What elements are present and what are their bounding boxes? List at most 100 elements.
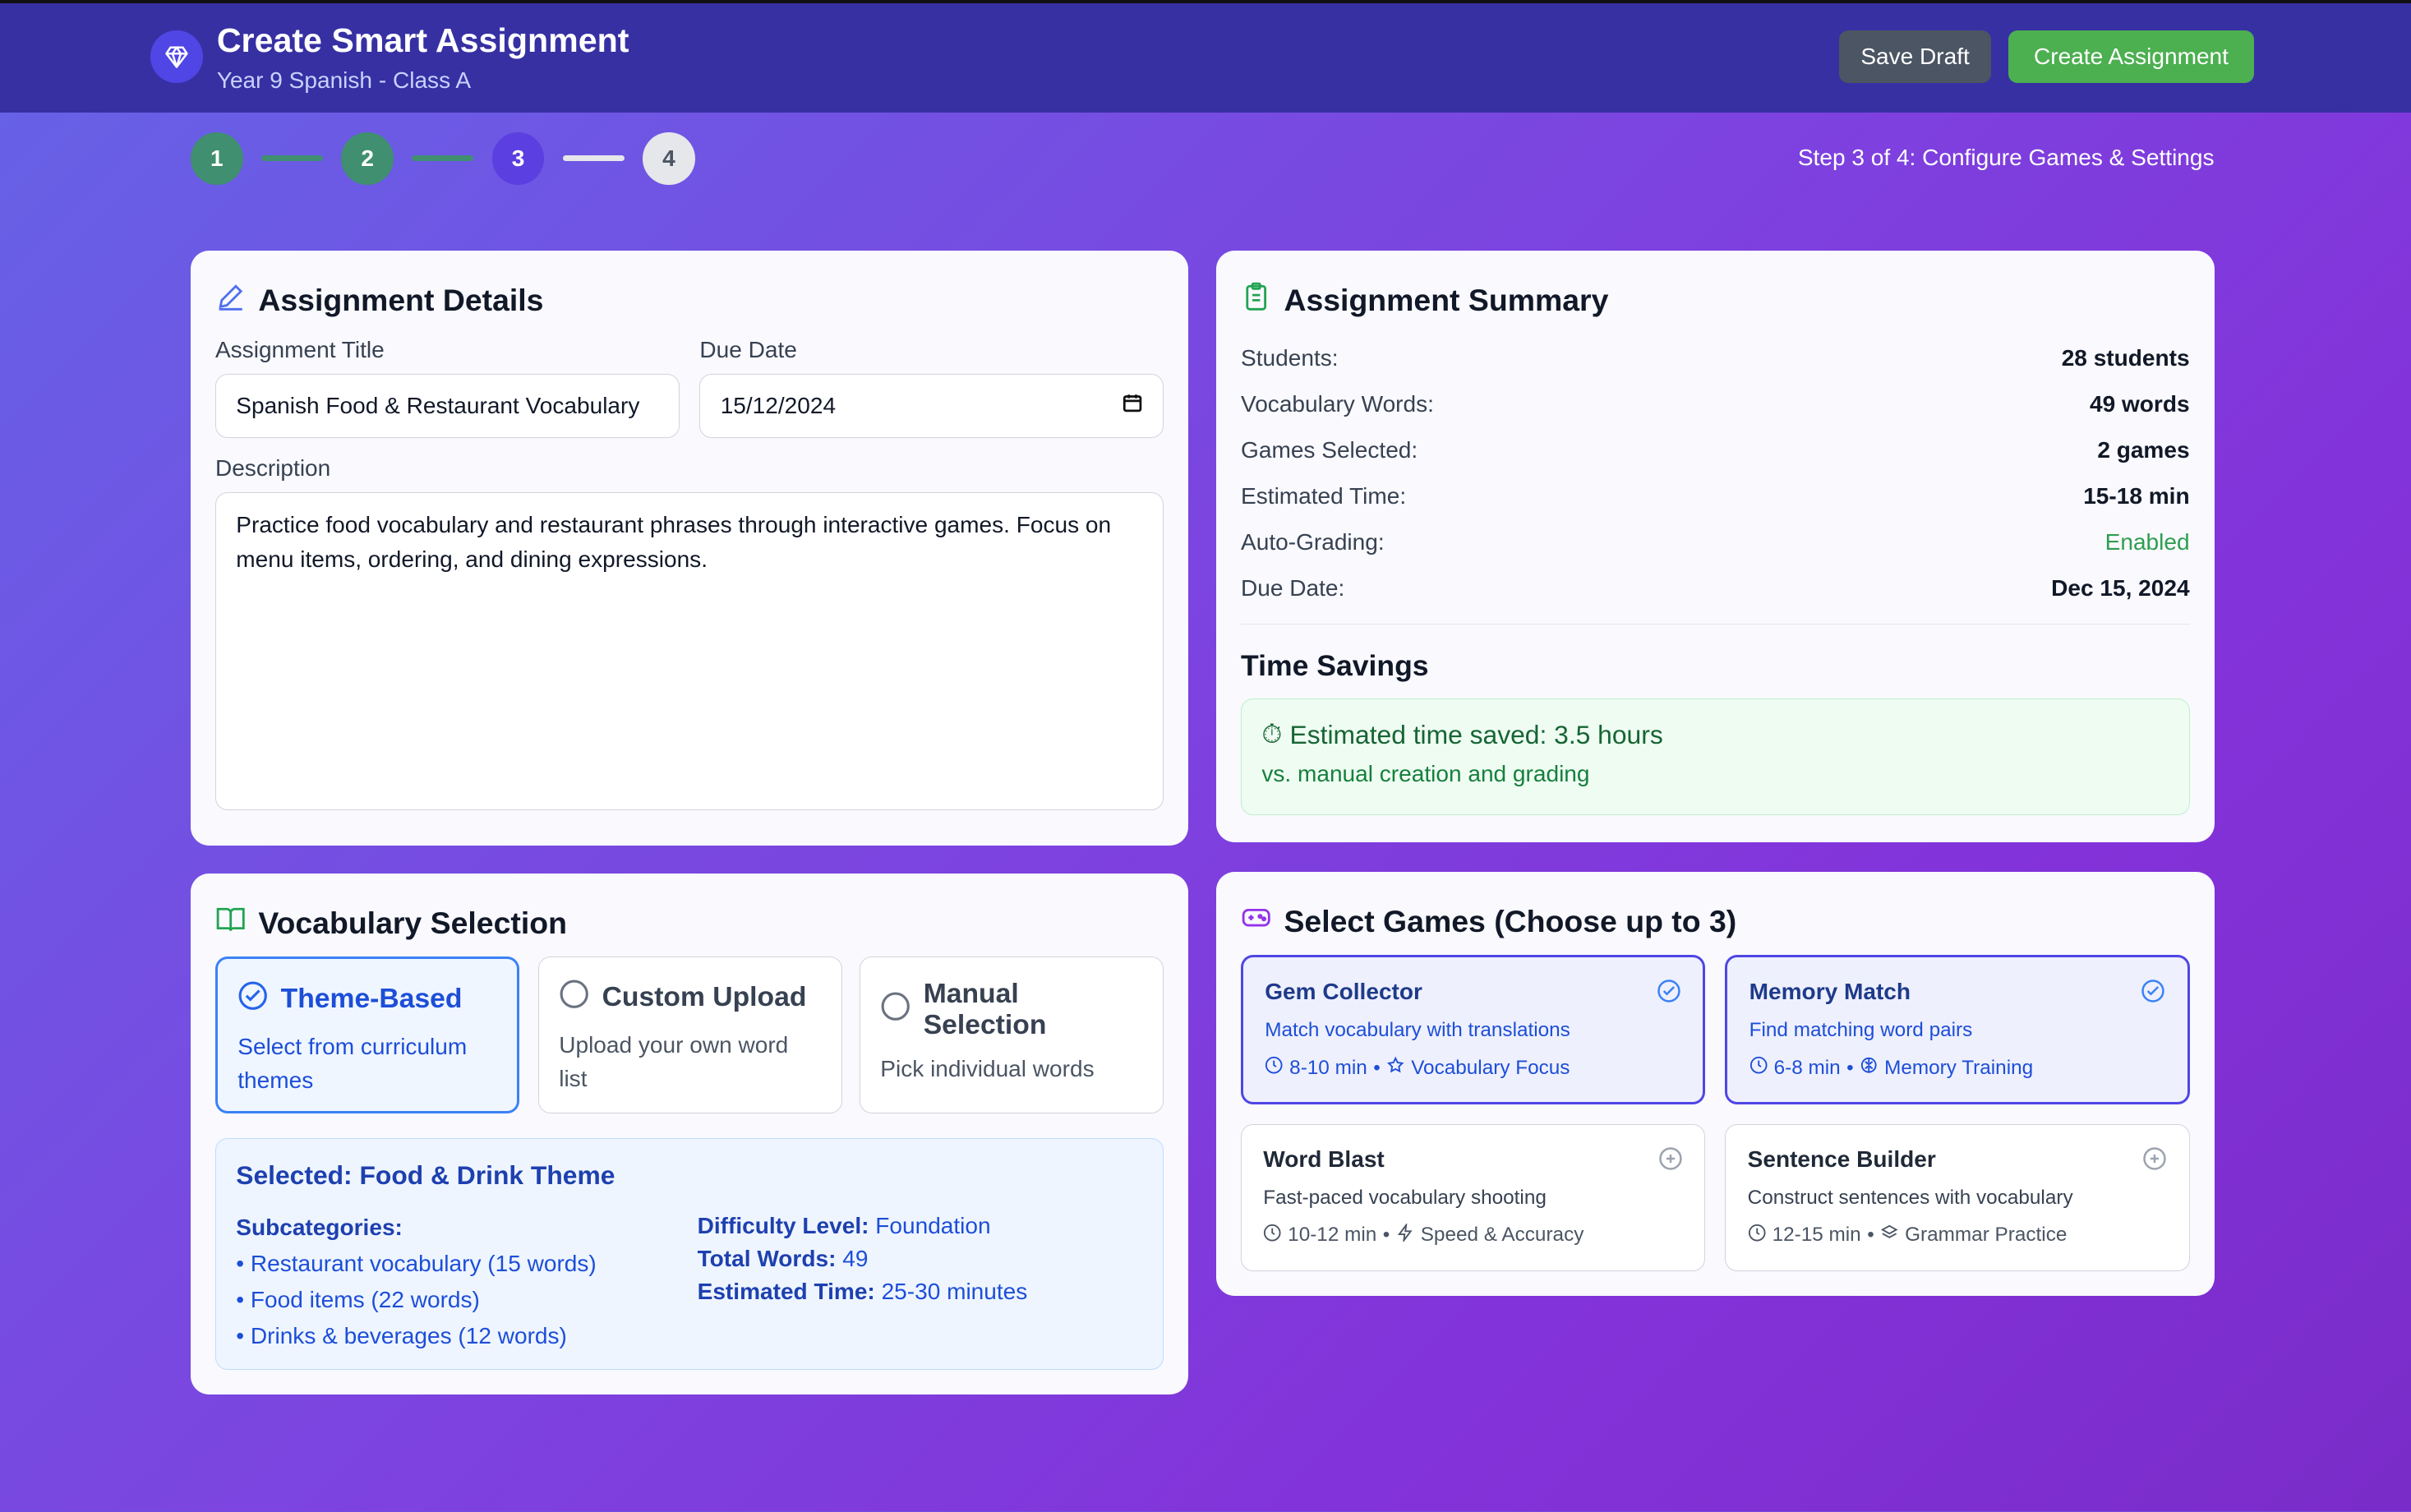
card-heading: Assignment Summary — [1284, 283, 1609, 318]
assignment-title-input[interactable]: Spanish Food & Restaurant Vocabulary — [214, 373, 680, 439]
game-time: 8-10 min — [1289, 1056, 1367, 1079]
label: Total Words: — [697, 1245, 837, 1271]
subcategory-item: • Food items (22 words) — [236, 1286, 480, 1312]
option-theme-based[interactable]: Theme-Based Select from curriculum theme… — [214, 956, 520, 1113]
option-desc: Pick individual words — [880, 1056, 1095, 1082]
summary-list: Students: 28 students Vocabulary Words: 49… — [1241, 335, 2190, 625]
game-time: 10-12 min — [1288, 1224, 1377, 1247]
summary-row-time: Estimated Time: 15-18 min — [1241, 473, 2190, 519]
step-1[interactable]: 1 — [191, 131, 243, 185]
class-subtitle: Year 9 Spanish - Class A — [216, 67, 472, 94]
clipboard-icon — [1241, 281, 1271, 319]
select-games-card: Select Games (Choose up to 3) Gem Collec… — [1216, 871, 2215, 1297]
option-title: Custom Upload — [602, 982, 807, 1013]
game-desc: Match vocabulary with translations — [1265, 1019, 1570, 1042]
clock-icon — [1265, 1056, 1283, 1080]
book-open-icon — [215, 904, 246, 942]
stopwatch-icon: ⏱ — [1261, 719, 1283, 749]
game-meta: 12-15 min • Grammar Practice — [1748, 1224, 2168, 1247]
check-circle-icon — [237, 980, 268, 1018]
clock-icon — [1748, 1224, 1766, 1247]
game-card[interactable]: Gem Collector Match vocabulary with trans… — [1241, 955, 1706, 1104]
row-label: Auto-Grading: — [1241, 529, 1385, 555]
plus-circle-icon[interactable] — [1658, 1146, 1683, 1178]
description-label: Description — [214, 454, 331, 481]
lightning-icon — [1396, 1222, 1414, 1247]
radio-empty-icon — [559, 979, 589, 1016]
time-savings-box: ⏱ Estimated time saved: 3.5 hours vs. man… — [1241, 698, 2190, 816]
summary-row-due: Due Date: Dec 15, 2024 — [1241, 565, 2190, 611]
step-status: Step 3 of 4: Configure Games & Settings — [1797, 144, 2215, 170]
create-assignment-button[interactable]: Create Assignment — [2008, 30, 2255, 84]
option-custom-upload[interactable]: Custom Upload Upload your own word list — [537, 956, 843, 1113]
summary-row-words: Vocabulary Words: 49 words — [1241, 381, 2190, 427]
bullet: • — [1382, 1224, 1390, 1247]
game-desc: Find matching word pairs — [1749, 1019, 1973, 1042]
option-manual-selection[interactable]: Manual Selection Pick individual words — [859, 956, 1164, 1113]
game-meta: 6-8 min • Memory Training — [1749, 1056, 2166, 1080]
game-name: Gem Collector — [1265, 979, 1422, 1005]
value: Foundation — [875, 1212, 991, 1238]
check-circle-icon[interactable] — [2141, 979, 2165, 1010]
summary-row-students: Students: 28 students — [1241, 335, 2190, 381]
clock-icon — [1749, 1056, 1768, 1080]
summary-row-games: Games Selected: 2 games — [1241, 427, 2190, 473]
due-date-input[interactable]: 15/12/2024 — [699, 373, 1164, 439]
estimated-time: Estimated Time: 25-30 minutes — [698, 1275, 1028, 1308]
assignment-details-card: Assignment Details Assignment Title Span… — [191, 251, 1189, 846]
game-card[interactable]: Sentence Builder Construct sentences with… — [1725, 1123, 2190, 1272]
brain-icon — [1860, 1056, 1878, 1080]
option-title: Manual Selection — [923, 979, 1047, 1041]
subcategory-item: • Restaurant vocabulary (15 words) — [236, 1250, 597, 1276]
row-label: Students: — [1241, 344, 1339, 371]
plus-circle-icon[interactable] — [2142, 1146, 2167, 1178]
selected-theme-title: Selected: Food & Drink Theme — [236, 1159, 615, 1190]
option-desc: Select from curriculum themes — [237, 1033, 468, 1093]
game-tag: Grammar Practice — [1905, 1224, 2068, 1247]
header: Create Smart Assignment Year 9 Spanish -… — [0, 2, 2411, 113]
row-value: Enabled — [2104, 529, 2190, 555]
calendar-icon[interactable] — [1122, 392, 1143, 419]
row-value: 28 students — [2061, 344, 2190, 371]
pencil-icon — [215, 281, 246, 319]
value: 25-30 minutes — [881, 1279, 1028, 1305]
assignment-summary-card: Assignment Summary Students: 28 students … — [1216, 251, 2215, 843]
game-card[interactable]: Memory Match Find matching word pairs 6-8 … — [1725, 955, 2190, 1104]
row-value: Dec 15, 2024 — [2051, 575, 2190, 602]
row-label: Estimated Time: — [1241, 482, 1407, 509]
selected-theme-panel: Selected: Food & Drink Theme Subcategori… — [214, 1137, 1164, 1371]
game-meta: 10-12 min • Speed & Accuracy — [1263, 1222, 1683, 1247]
game-time: 12-15 min — [1772, 1224, 1861, 1247]
game-name: Sentence Builder — [1747, 1146, 1936, 1173]
card-heading: Vocabulary Selection — [258, 905, 567, 940]
row-value: 15-18 min — [2083, 482, 2190, 509]
clock-icon — [1263, 1224, 1281, 1247]
total-words: Total Words: 49 — [698, 1242, 1028, 1275]
save-draft-button[interactable]: Save Draft — [1838, 30, 1992, 84]
step-4[interactable]: 4 — [643, 131, 695, 185]
bullet: • — [1867, 1224, 1874, 1247]
layers-icon — [1880, 1224, 1898, 1247]
due-date-label: Due Date — [699, 336, 797, 362]
card-heading: Assignment Details — [258, 283, 544, 318]
summary-row-grading: Auto-Grading: Enabled — [1241, 519, 2190, 565]
step-3[interactable]: 3 — [491, 131, 545, 185]
game-card[interactable]: Word Blast Fast-paced vocabulary shooting… — [1241, 1123, 1706, 1272]
step-2[interactable]: 2 — [341, 131, 394, 185]
game-tag: Speed & Accuracy — [1420, 1224, 1584, 1247]
difficulty-level: Difficulty Level: Foundation — [698, 1210, 1028, 1242]
title-label: Assignment Title — [214, 336, 385, 362]
step-connector — [412, 154, 474, 162]
page-title: Create Smart Assignment — [216, 21, 629, 60]
game-tag: Memory Training — [1884, 1056, 2034, 1079]
step-connector — [562, 154, 625, 162]
game-name: Word Blast — [1263, 1146, 1385, 1173]
description-textarea[interactable]: Practice food vocabulary and restaurant … — [214, 491, 1164, 811]
value: 49 — [842, 1245, 869, 1271]
row-value: 49 words — [2089, 390, 2190, 417]
subcategory-item: • Drinks & beverages (12 words) — [236, 1322, 567, 1348]
game-tag: Vocabulary Focus — [1411, 1056, 1570, 1079]
check-circle-icon[interactable] — [1657, 979, 1681, 1010]
card-heading: Select Games (Choose up to 3) — [1284, 904, 1737, 939]
row-label: Due Date: — [1241, 575, 1345, 602]
